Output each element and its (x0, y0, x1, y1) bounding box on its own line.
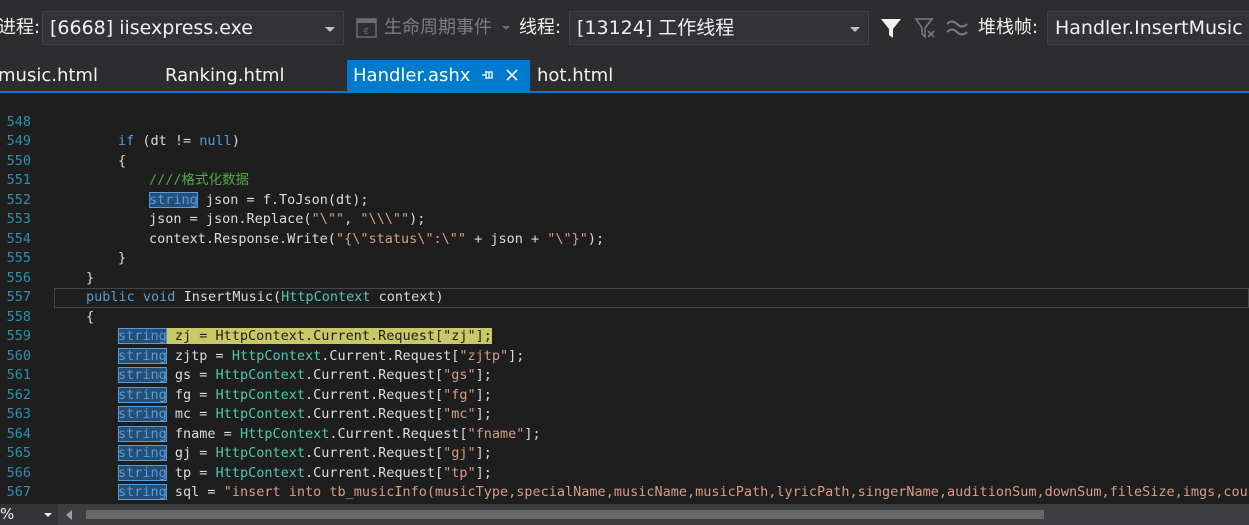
tab-hot-html[interactable]: hot.html (537, 60, 613, 91)
current-statement-line: 558 string zj = HttpContext.Current.Requ… (7, 288, 1249, 344)
code-line: 548 if (dt != null) (0, 93, 1249, 150)
thread-dropdown[interactable]: [13124] 工作线程 (569, 11, 869, 45)
stack-frame-value: Handler.InsertMusic (1055, 17, 1243, 39)
code-editor[interactable]: 548 if (dt != null) 549 { 550 ////格式化数据 … (0, 93, 1249, 504)
line-number: 557 (6, 289, 31, 305)
lifecycle-events-label[interactable]: 生命周期事件 (384, 16, 492, 40)
zoom-dropdown[interactable]: % (0, 504, 58, 525)
code-line: 551 string json = f.ToJson(dt); (0, 152, 1249, 208)
code-line: 559 string zjtp = HttpContext.Current.Re… (0, 308, 1249, 364)
tab-label: Ranking.html (165, 65, 285, 86)
code-line: 568 context.Response.Write("{\"status\":… (0, 483, 1249, 505)
code-line: 565 string tp = HttpContext.Current.Requ… (0, 425, 1249, 481)
chevron-down-icon (850, 27, 860, 32)
code-line: 564 string gj = HttpContext.Current.Requ… (0, 405, 1249, 461)
code-line: 567 dataOperate.execSql(sql); (0, 464, 1249, 504)
process-value: [6668] iisexpress.exe (50, 17, 253, 39)
thread-value: [13124] 工作线程 (577, 17, 735, 39)
code-line: 552 json = json.Replace("\"", "\\\""); (0, 171, 1249, 228)
stack-frame-label: 堆栈帧: (978, 17, 1039, 38)
tab-label: hot.html (537, 65, 614, 86)
lifecycle-dropdown-arrow-icon[interactable] (502, 26, 510, 30)
code-line: 557 { (0, 269, 1249, 325)
close-icon[interactable] (505, 68, 519, 82)
code-line: 563 string fname = HttpContext.Current.R… (0, 386, 1249, 442)
stack-frame-dropdown[interactable]: Handler.InsertMusic (1047, 11, 1249, 45)
lifecycle-events-icon[interactable]: € (354, 15, 380, 41)
tab-music-html[interactable]: music.html (0, 60, 98, 91)
threads-icon[interactable] (944, 15, 970, 41)
code-line: 554 } (0, 210, 1249, 267)
code-line: 561 string fg = HttpContext.Current.Requ… (0, 347, 1249, 403)
pin-icon[interactable] (481, 68, 495, 82)
code-line: 556 public void InsertMusic(HttpContext … (0, 249, 1249, 306)
document-tab-strip: music.html Ranking.html Handler.ashx hot… (0, 58, 1249, 91)
svg-text:€: € (364, 27, 370, 37)
code-line: 553 context.Response.Write("{\"status\":… (0, 191, 1249, 247)
code-line: 562 string mc = HttpContext.Current.Requ… (0, 366, 1249, 422)
chevron-down-icon (44, 513, 52, 517)
debug-location-toolbar: 进程: [6668] iisexpress.exe € 生命周期事件 线程: [… (0, 0, 1249, 58)
process-label: 进程: (0, 17, 41, 38)
code-line: 549 { (0, 113, 1249, 169)
editor-bottom-bar: % (0, 504, 1249, 525)
tab-label: Handler.ashx (353, 65, 471, 86)
zoom-value: % (0, 505, 15, 523)
code-line: 550 ////格式化数据 (0, 132, 1249, 189)
code-line: 566 string sql = "insert into tb_musicIn… (0, 444, 1249, 500)
tab-ranking-html[interactable]: Ranking.html (165, 60, 285, 91)
tab-handler-ashx[interactable]: Handler.ashx (347, 60, 530, 91)
filter-icon[interactable] (878, 15, 904, 41)
horizontal-scrollbar-thumb[interactable] (86, 510, 1044, 519)
scroll-left-arrow-icon[interactable] (66, 510, 72, 520)
thread-label: 线程: (519, 17, 562, 38)
code-line: 560 string gs = HttpContext.Current.Requ… (0, 327, 1249, 383)
chevron-down-icon (325, 27, 335, 32)
tab-label: music.html (0, 65, 98, 86)
code-line: 555 } (0, 230, 1249, 286)
flag-filter-icon[interactable] (912, 15, 938, 41)
horizontal-scrollbar[interactable] (80, 504, 1249, 525)
process-dropdown[interactable]: [6668] iisexpress.exe (42, 11, 344, 45)
